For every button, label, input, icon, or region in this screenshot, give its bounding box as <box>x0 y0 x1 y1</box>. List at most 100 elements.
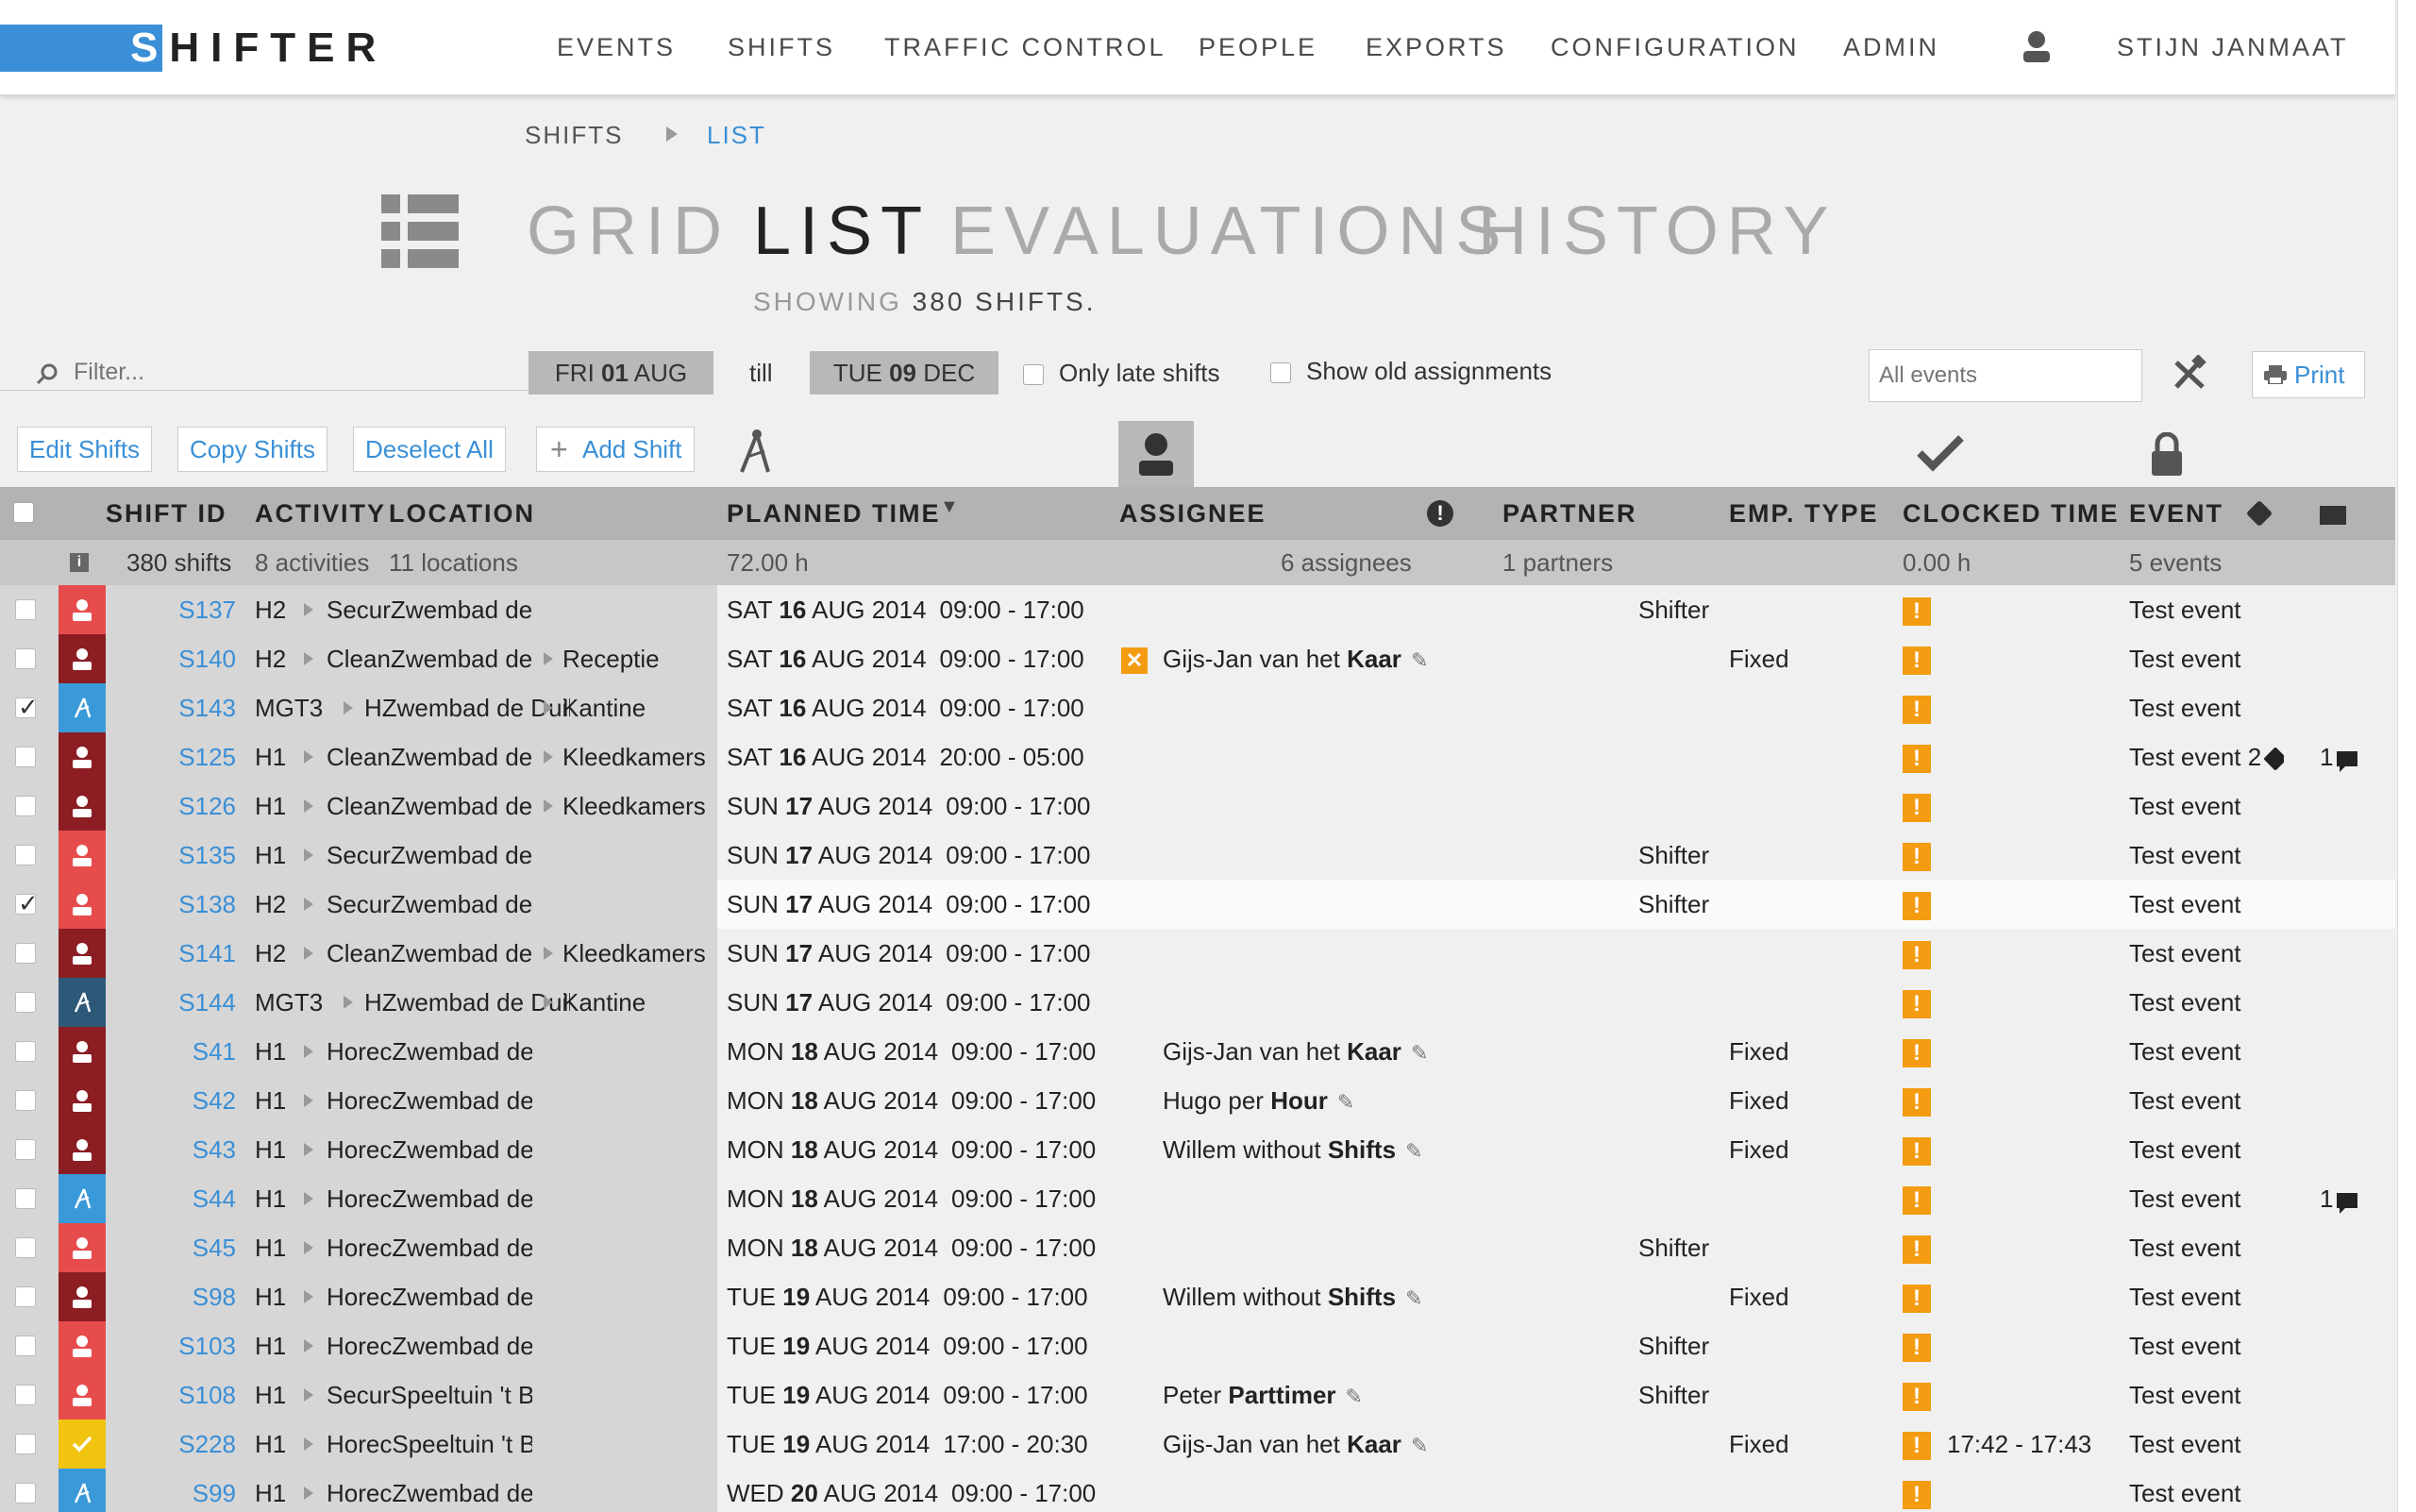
row-checkbox[interactable] <box>15 1434 36 1454</box>
table-row[interactable]: S45 H1 HorecZwembad de Duikelaar MON 18 AUG… <box>0 1223 2395 1272</box>
assignee-name[interactable]: Peter Parttimer ✎ <box>1163 1370 1363 1420</box>
table-row[interactable]: S42 H1 HorecZwembad de Duikelaar MON 18 AUG… <box>0 1076 2395 1125</box>
nav-configuration[interactable]: CONFIGURATION <box>1551 28 1800 66</box>
table-row[interactable]: S135 H1 SecurZwembad de Duikelaar SUN 17 AU… <box>0 831 2395 880</box>
pencil-icon[interactable]: ✎ <box>1411 636 1428 683</box>
row-checkbox[interactable] <box>15 1139 36 1160</box>
tab-evaluations[interactable]: EVALUATIONS <box>950 189 1509 274</box>
scrollbar[interactable] <box>2397 0 2416 1512</box>
row-checkbox[interactable] <box>15 599 36 620</box>
unassign-icon[interactable]: ✕ <box>1121 647 1148 674</box>
row-checkbox[interactable] <box>15 845 36 865</box>
pencil-icon[interactable]: ✎ <box>1411 1421 1428 1469</box>
assignee-filter-tab[interactable] <box>1118 421 1194 487</box>
shift-id-link[interactable]: S137 <box>151 585 236 634</box>
table-row[interactable]: S103 H1 HorecZwembad de Duikelaar TUE 19 AU… <box>0 1321 2395 1370</box>
table-row[interactable]: S99 H1 HorecZwembad de Duikelaar WED 20 AUG… <box>0 1469 2395 1512</box>
row-checkbox[interactable] <box>15 889 39 918</box>
assignee-name[interactable]: Gijs-Jan van het Kaar ✎ <box>1163 1027 1428 1076</box>
row-checkbox[interactable] <box>15 943 36 964</box>
table-row[interactable]: S44 H1 HorecZwembad de Duikelaar MON 18 AUG… <box>0 1174 2395 1223</box>
row-checkbox[interactable] <box>15 1483 36 1504</box>
add-shift-button[interactable]: + Add Shift <box>536 427 695 472</box>
row-checkbox[interactable] <box>15 1336 36 1356</box>
col-planned-time[interactable]: PLANNED TIME <box>727 487 941 540</box>
shift-id-link[interactable]: S125 <box>151 732 236 781</box>
col-event[interactable]: EVENT <box>2129 487 2223 540</box>
table-row[interactable]: S125 H1 CleanZwembad de Kleedkamers SAT 16 A… <box>0 732 2395 781</box>
row-checkbox[interactable] <box>15 648 36 669</box>
shift-id-link[interactable]: S143 <box>151 683 236 732</box>
table-row[interactable]: S228 H1 HorecSpeeltuin 't Bos TUE 19 AUG 20… <box>0 1420 2395 1469</box>
event-name[interactable]: Test event <box>2129 634 2241 683</box>
event-name[interactable]: Test event <box>2129 1370 2241 1420</box>
event-name[interactable]: Test event <box>2129 1321 2241 1370</box>
row-checkbox[interactable] <box>15 1188 36 1209</box>
row-checkbox[interactable] <box>15 1237 36 1258</box>
col-emp-type[interactable]: EMP. TYPE <box>1729 487 1879 540</box>
row-checkbox[interactable] <box>15 693 39 722</box>
shift-id-link[interactable]: S108 <box>151 1370 236 1420</box>
pencil-icon[interactable]: ✎ <box>1346 1372 1363 1420</box>
shift-id-link[interactable]: S126 <box>151 781 236 831</box>
shift-id-link[interactable]: S98 <box>151 1272 236 1321</box>
event-name[interactable]: Test event <box>2129 880 2241 929</box>
events-select[interactable] <box>1869 349 2142 402</box>
event-name[interactable]: Test event <box>2129 1174 2241 1223</box>
table-row[interactable]: S126 H1 CleanZwembad de Kleedkamers SUN 17 A… <box>0 781 2395 831</box>
table-row[interactable]: S41 H1 HorecZwembad de Duikelaar MON 18 AUG… <box>0 1027 2395 1076</box>
assignee-name[interactable]: Willem without Shifts ✎ <box>1163 1125 1423 1174</box>
show-old-checkbox[interactable] <box>1270 362 1291 383</box>
row-checkbox[interactable] <box>15 747 36 767</box>
comment-count[interactable]: 1 <box>2320 1174 2358 1223</box>
filter-input[interactable] <box>74 355 517 389</box>
only-late-checkbox[interactable] <box>1023 364 1044 385</box>
assignee-name[interactable]: Hugo per Hour ✎ <box>1163 1076 1354 1125</box>
user-name[interactable]: STIJN JANMAAT <box>2117 28 2349 66</box>
edit-shifts-button[interactable]: Edit Shifts <box>17 427 153 472</box>
row-checkbox[interactable] <box>15 1090 36 1111</box>
table-row[interactable]: S144 MGT3 HZwembad de Duik Kantine SUN 17 AU… <box>0 978 2395 1027</box>
tools-icon[interactable] <box>2171 355 2208 393</box>
col-assignee[interactable]: ASSIGNEE <box>1119 487 1267 540</box>
event-name[interactable]: Test event <box>2129 683 2241 732</box>
shift-id-link[interactable]: S103 <box>151 1321 236 1370</box>
breadcrumb-shifts[interactable]: SHIFTS <box>525 121 623 149</box>
col-activity[interactable]: ACTIVITY <box>255 487 386 540</box>
to-date-button[interactable]: TUE 09 DEC <box>810 351 998 395</box>
nav-shifts[interactable]: SHIFTS <box>728 28 835 66</box>
copy-shifts-button[interactable]: Copy Shifts <box>177 427 327 472</box>
row-checkbox[interactable] <box>15 1385 36 1405</box>
event-name[interactable]: Test event <box>2129 1027 2241 1076</box>
table-row[interactable]: S138 H2 SecurZwembad de Duikelaar SUN 17 AU… <box>0 880 2395 929</box>
deselect-all-button[interactable]: Deselect All <box>353 427 506 472</box>
compass-icon[interactable] <box>736 428 774 474</box>
print-button[interactable]: Print <box>2252 351 2365 398</box>
table-row[interactable]: S43 H1 HorecZwembad de Duikelaar MON 18 AUG… <box>0 1125 2395 1174</box>
col-partner[interactable]: PARTNER <box>1502 487 1637 540</box>
select-all-checkbox[interactable] <box>13 502 34 523</box>
shift-id-link[interactable]: S44 <box>151 1174 236 1223</box>
pencil-icon[interactable]: ✎ <box>1411 1029 1428 1076</box>
pencil-icon[interactable]: ✎ <box>1405 1274 1422 1321</box>
event-name[interactable]: Test event <box>2129 1420 2241 1469</box>
event-name[interactable]: Test event <box>2129 1076 2241 1125</box>
shift-id-link[interactable]: S41 <box>151 1027 236 1076</box>
assignee-name[interactable]: Willem without Shifts ✎ <box>1163 1272 1423 1321</box>
assignee-name[interactable]: Gijs-Jan van het Kaar ✎ <box>1163 634 1428 683</box>
row-checkbox[interactable] <box>15 1041 36 1062</box>
row-checkbox[interactable] <box>15 796 36 816</box>
col-location[interactable]: LOCATION <box>389 487 535 540</box>
nav-traffic-control[interactable]: TRAFFIC CONTROL <box>884 28 1166 66</box>
shift-id-link[interactable]: S99 <box>151 1469 236 1512</box>
shift-id-link[interactable]: S141 <box>151 929 236 978</box>
shift-id-link[interactable]: S135 <box>151 831 236 880</box>
table-row[interactable]: S140 H2 CleanZwembad de Duil Receptie SAT 16… <box>0 634 2395 683</box>
event-name[interactable]: Test event <box>2129 1223 2241 1272</box>
shift-id-link[interactable]: S138 <box>151 880 236 929</box>
pencil-icon[interactable]: ✎ <box>1337 1078 1354 1125</box>
shift-id-link[interactable]: S228 <box>151 1420 236 1469</box>
user-icon[interactable] <box>2022 30 2052 62</box>
event-name[interactable]: Test event <box>2129 831 2241 880</box>
table-row[interactable]: S143 MGT3 HZwembad de DuikKantine SAT 16 AU… <box>0 683 2395 732</box>
